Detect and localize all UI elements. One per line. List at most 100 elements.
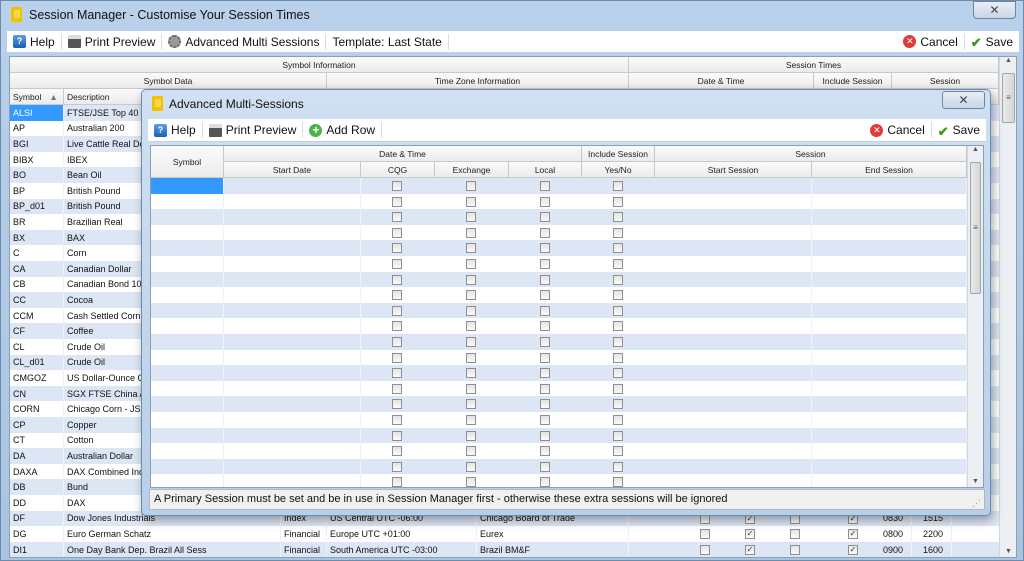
checkbox-local[interactable] <box>540 321 550 332</box>
checkbox-exchange[interactable] <box>466 321 476 332</box>
checkbox-cqg[interactable] <box>392 461 402 472</box>
checkbox-local[interactable] <box>540 477 550 487</box>
cell-symbol[interactable] <box>151 334 224 350</box>
grid-row[interactable] <box>151 318 967 334</box>
cell-end-session[interactable] <box>812 380 967 397</box>
checkbox-local[interactable] <box>540 461 550 472</box>
checkbox-local[interactable] <box>540 227 550 238</box>
cell-start-session[interactable] <box>655 365 812 381</box>
grid-row[interactable] <box>151 443 967 459</box>
cell-symbol[interactable]: CF <box>10 323 64 339</box>
cell-start-date[interactable] <box>224 380 361 397</box>
cell-end-session[interactable] <box>812 474 967 487</box>
cell-description[interactable]: Euro German Schatz <box>64 526 281 542</box>
cell-description[interactable]: One Day Bank Dep. Brazil All Sess <box>64 541 281 557</box>
cell-end-session[interactable] <box>812 256 967 272</box>
checkbox-exchange[interactable] <box>466 399 476 410</box>
scroll-up-icon[interactable]: ▲ <box>968 146 983 153</box>
checkbox-local[interactable] <box>540 305 550 316</box>
checkbox-cqg[interactable] <box>392 321 402 332</box>
checkbox-include[interactable] <box>613 243 623 254</box>
checkbox-local[interactable] <box>540 415 550 425</box>
col-start-session[interactable]: Start Session <box>655 162 812 178</box>
cell-symbol[interactable]: DAXA <box>10 463 64 480</box>
checkbox-cqg[interactable] <box>392 352 402 363</box>
cell-end-session[interactable] <box>812 178 967 194</box>
grid-row[interactable] <box>151 365 967 381</box>
checkbox-cqg[interactable] <box>392 305 402 316</box>
checkbox-exchange[interactable] <box>466 383 476 394</box>
cell-start-date[interactable] <box>224 224 361 241</box>
cell-start-date[interactable] <box>224 412 361 428</box>
checkbox-local[interactable] <box>540 399 550 410</box>
checkbox-cqg[interactable] <box>700 544 710 555</box>
cell-symbol[interactable]: CA <box>10 261 64 277</box>
cell-symbol[interactable]: BGI <box>10 136 64 152</box>
checkbox-exchange[interactable] <box>466 430 476 441</box>
cell-symbol[interactable] <box>151 412 224 428</box>
scroll-up-icon[interactable]: ▲ <box>1000 57 1016 64</box>
checkbox-include[interactable] <box>613 383 623 394</box>
cell-start-date[interactable] <box>224 318 361 334</box>
template-label[interactable]: Template: Last State <box>326 33 449 50</box>
cell-end-session[interactable] <box>812 318 967 334</box>
dialog-close-button[interactable]: ✕ <box>942 91 985 109</box>
checkbox-cqg[interactable] <box>392 274 402 285</box>
cell-end-session[interactable] <box>812 396 967 412</box>
dialog-save-button[interactable]: ✔ Save <box>932 122 986 139</box>
checkbox-cqg[interactable] <box>700 529 710 540</box>
cell-end-session[interactable] <box>812 209 967 225</box>
grid-row[interactable] <box>151 178 967 194</box>
cell-end-session[interactable] <box>812 427 967 444</box>
checkbox-include[interactable]: ✓ <box>848 529 858 540</box>
checkbox-include[interactable] <box>613 446 623 457</box>
checkbox-exchange[interactable] <box>466 415 476 425</box>
grid-row[interactable] <box>151 271 967 288</box>
cell-end-session[interactable] <box>812 443 967 459</box>
cell-exchange[interactable]: Eurex <box>477 526 629 542</box>
checkbox-include[interactable] <box>613 181 623 191</box>
cell-symbol[interactable]: C <box>10 245 64 261</box>
cell-symbol[interactable]: ALSI <box>10 105 64 121</box>
cell-symbol[interactable] <box>151 271 224 288</box>
cell-end-session[interactable] <box>812 412 967 428</box>
cell-symbol[interactable] <box>151 365 224 381</box>
cell-start-session[interactable] <box>655 474 812 487</box>
cell-timezone[interactable]: South America UTC -03:00 <box>327 541 477 557</box>
cell-start-date[interactable] <box>224 458 361 475</box>
grid-row[interactable] <box>151 193 967 210</box>
col-start-date[interactable]: Start Date <box>224 162 361 178</box>
cell-start-session[interactable] <box>655 271 812 288</box>
cell-symbol[interactable] <box>151 224 224 241</box>
checkbox-include[interactable] <box>613 477 623 487</box>
cell-symbol[interactable]: BR <box>10 214 64 230</box>
checkbox-local[interactable] <box>790 544 800 555</box>
cell-symbol[interactable]: CL <box>10 339 64 355</box>
cell-start-session[interactable] <box>655 302 812 319</box>
checkbox-exchange[interactable] <box>466 274 476 285</box>
cell-start-session[interactable] <box>655 178 812 194</box>
cell-symbol[interactable] <box>151 427 224 444</box>
cell-symbol[interactable]: CN <box>10 385 64 402</box>
checkbox-exchange[interactable] <box>466 352 476 363</box>
dialog-help-button[interactable]: ? Help <box>148 122 203 138</box>
checkbox-cqg[interactable] <box>392 446 402 457</box>
checkbox-cqg[interactable] <box>392 227 402 238</box>
cell-start-session[interactable]: 0800 <box>872 526 912 542</box>
cell-end-session[interactable] <box>812 302 967 319</box>
cell-start-date[interactable] <box>224 443 361 459</box>
checkbox-exchange[interactable] <box>466 446 476 457</box>
grid-row[interactable] <box>151 240 967 256</box>
checkbox-include[interactable] <box>613 415 623 425</box>
checkbox-include[interactable] <box>613 259 623 269</box>
cell-start-date[interactable] <box>224 193 361 210</box>
checkbox-cqg[interactable] <box>392 430 402 441</box>
cell-symbol[interactable] <box>151 256 224 272</box>
checkbox-include[interactable] <box>613 274 623 285</box>
grid-row[interactable] <box>151 458 967 475</box>
checkbox-include[interactable] <box>613 399 623 410</box>
cell-end-session[interactable] <box>812 224 967 241</box>
cell-symbol[interactable] <box>151 318 224 334</box>
cell-end-session[interactable] <box>812 287 967 303</box>
cell-symbol[interactable]: CT <box>10 432 64 449</box>
